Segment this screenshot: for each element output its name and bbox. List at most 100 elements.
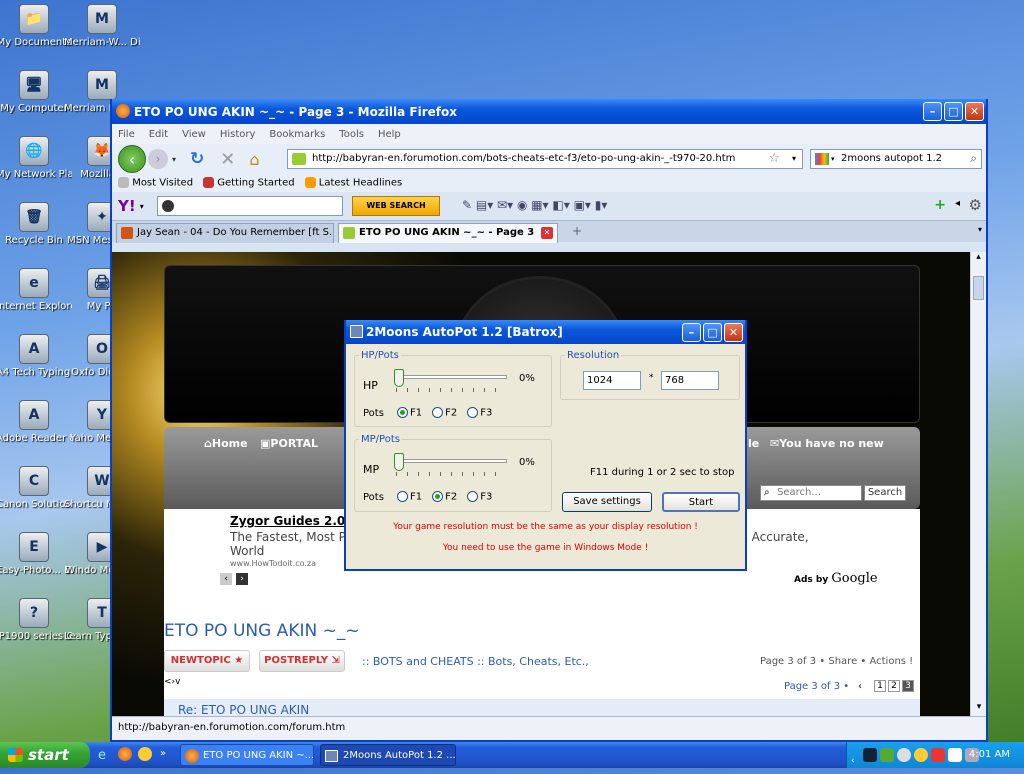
desktop-icon[interactable]: E Easy-Photo... EX [0,532,72,576]
tray-network-icon[interactable] [880,748,894,762]
back-button[interactable]: ‹ [118,145,146,173]
engine-dropdown-icon[interactable]: ▾ [831,150,835,168]
home-icon[interactable]: ⌂ [249,150,259,169]
pager-prev-icon[interactable]: ‹ [858,681,862,692]
desktop-icon[interactable]: A Adobe Reader 8 [0,400,72,444]
page-link[interactable]: 1 [874,680,886,692]
desktop-icon[interactable]: 🌐 My Network Places [0,136,72,180]
ad-title[interactable]: Zygor Guides 2.0 [230,514,345,528]
hp-slider[interactable] [394,369,507,392]
search-icon[interactable]: ⌕ [970,150,977,167]
vertical-scrollbar[interactable]: ▴ ▾ [970,252,986,718]
settings-gear-icon[interactable]: ⚙ [969,196,982,214]
save-settings-button[interactable]: Save settings [562,492,652,512]
tray-expand-icon[interactable]: ‹ [851,748,855,774]
nav-portal[interactable]: ▣PORTAL [260,437,318,450]
desktop-icon[interactable]: 📁 My Documents [0,4,72,48]
toolbar-scroll-icon[interactable]: ◂ [955,198,960,209]
resolution-height-input[interactable] [661,371,719,390]
nav-profile[interactable]: le [748,437,759,450]
bookmark-item[interactable]: Most Visited [118,177,193,189]
taskbar-item-firefox[interactable]: ETO PO UNG AKIN ~... [180,744,314,766]
autopot-minimize-button[interactable]: – [682,323,701,342]
start-button-taskbar[interactable]: start [0,742,90,768]
tray-antivirus-icon[interactable] [931,748,945,762]
menu-file[interactable]: File [118,129,135,140]
hp-pots-f3-radio[interactable]: F3 [467,407,492,419]
start-button[interactable]: Start [662,492,740,512]
minimize-button[interactable]: – [923,102,942,121]
desktop-icon[interactable]: M Merriam-W... Dictionary [64,4,140,48]
bookmark-star-icon[interactable]: ☆ [768,150,780,168]
new-tab-icon[interactable]: + [572,224,582,238]
nav-home[interactable]: ⌂Home [204,437,248,450]
nav-messages[interactable]: ✉You have no new [770,437,884,450]
tray-messenger-icon[interactable] [914,748,928,762]
new-topic-button[interactable]: NEWTOPIC ★ [164,650,250,672]
mp-pots-f1-radio[interactable]: F1 [397,491,422,503]
ad-next-icon[interactable]: › [236,573,248,585]
mp-pots-f2-radio[interactable]: F2 [432,491,457,503]
next-post-title[interactable]: Re: ETO PO UNG AKIN [178,703,309,717]
post-reply-button[interactable]: POSTREPLY ⇲ [259,650,345,672]
scroll-up-icon[interactable]: ▴ [971,252,986,268]
close-button[interactable]: ✕ [965,102,984,121]
page-link[interactable]: 3 [902,680,914,692]
desktop-icon[interactable]: ? iP1900 series On-screen... [0,598,72,642]
tray-clock-icon[interactable] [897,748,911,762]
desktop-icon[interactable]: C Canon Solution Menu [0,466,72,510]
ad-url[interactable]: www.HowTodoit.co.za [230,559,316,568]
taskbar-item-autopot[interactable]: 2Moons AutoPot 1.2 ... [320,744,456,766]
forum-search-input[interactable]: Search... [760,485,862,501]
quicklaunch-ie-icon[interactable]: e [98,748,106,763]
desktop-icon[interactable]: A A4 Tech Typing Tutorial [0,334,72,378]
expand-icon[interactable]: <›v [164,677,180,687]
tab-list-icon[interactable]: ▾ [978,225,982,234]
autopot-maximize-button[interactable]: □ [703,323,722,342]
yahoo-toolbar-buttons[interactable]: ✎ ▤▾ ✉▾ ◉ ▦▾ ◧▾ ▣▾ ▮▾ [462,198,607,212]
mp-pots-f3-radio[interactable]: F3 [467,491,492,503]
search-box[interactable]: ▾ 2moons autopot 1.2 ⌕ [810,149,982,169]
yahoo-dropdown-icon[interactable]: ▾ [140,202,144,211]
add-icon[interactable]: + [934,197,946,213]
bookmark-item[interactable]: Latest Headlines [304,177,402,189]
desktop-icon[interactable]: e Internet Explorer [0,268,72,312]
resolution-width-input[interactable] [583,371,641,390]
stop-icon[interactable]: ✕ [220,149,235,170]
quicklaunch-more-icon[interactable]: » [160,748,166,759]
hp-slider-thumb[interactable] [394,369,404,387]
tab-close-icon[interactable]: ✕ [541,227,553,239]
reload-icon[interactable]: ↻ [190,149,204,169]
pager-top[interactable]: Page 3 of 3 • Share • Actions ! [760,656,913,667]
hp-pots-f1-radio[interactable]: F1 [397,407,422,419]
yahoo-logo-icon[interactable]: Y! [118,197,136,215]
page-link[interactable]: 2 [888,680,900,692]
ad-prev-icon[interactable]: ‹ [220,573,232,585]
url-dropdown-icon[interactable]: ▾ [792,150,796,168]
autopot-titlebar[interactable]: 2Moons AutoPot 1.2 [Batrox] – □ ✕ [346,320,745,344]
web-search-button[interactable]: WEB SEARCH [352,196,440,216]
forward-button[interactable]: › [148,149,168,169]
history-dropdown-icon[interactable]: ▾ [172,155,176,164]
menu-edit[interactable]: Edit [149,129,168,140]
quicklaunch-firefox-icon[interactable] [118,747,132,761]
menu-help[interactable]: Help [378,129,401,140]
url-bar[interactable]: http://babyran-en.forumotion.com/bots-ch… [287,149,803,169]
breadcrumb[interactable]: :: BOTS and CHEATS :: Bots, Cheats, Etc.… [362,655,589,668]
quicklaunch-messenger-icon[interactable] [138,747,152,761]
menu-view[interactable]: View [182,129,206,140]
maximize-button[interactable]: □ [944,102,963,121]
desktop-icon[interactable]: 🖥 My Computer [0,70,72,114]
tray-device-icon[interactable] [948,748,962,762]
mp-slider[interactable] [394,453,507,476]
tab-active[interactable]: ETO PO UNG AKIN ~_~ - Page 3 ✕ [338,223,558,243]
pager-bottom[interactable]: Page 3 of 3 • [784,681,849,692]
desktop-icon[interactable]: 🗑 Recycle Bin [0,202,72,246]
menu-bookmarks[interactable]: Bookmarks [269,129,325,140]
yahoo-search-input[interactable] [157,196,343,216]
autopot-close-button[interactable]: ✕ [724,323,743,342]
mp-slider-thumb[interactable] [394,453,404,471]
menu-history[interactable]: History [220,129,256,140]
firefox-titlebar[interactable]: ETO PO UNG AKIN ~_~ - Page 3 - Mozilla F… [112,99,986,124]
tray-monitor-icon[interactable] [863,748,877,762]
